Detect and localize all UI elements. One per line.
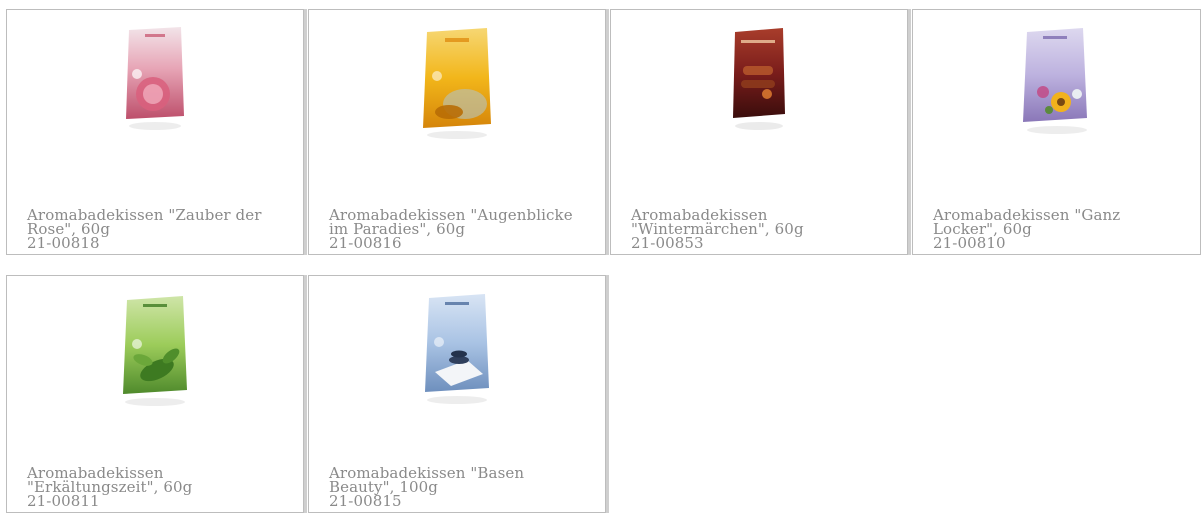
- product-title[interactable]: Aromabadekissen "Basen Beauty", 100g: [329, 466, 587, 495]
- product-card[interactable]: Aromabadekissen "Ganz Locker", 60g 21-00…: [912, 9, 1201, 255]
- product-sku: 21-00818: [27, 234, 100, 252]
- product-card[interactable]: Aromabadekissen "Augenblicke im Paradies…: [308, 9, 609, 255]
- product-sku: 21-00811: [27, 492, 100, 510]
- product-sku: 21-00815: [329, 492, 402, 510]
- product-card[interactable]: Aromabadekissen "Erkältungszeit", 60g 21…: [6, 275, 307, 513]
- product-sku: 21-00853: [631, 234, 704, 252]
- product-caption[interactable]: Aromabadekissen "Wintermärchen", 60g 21-…: [631, 208, 889, 252]
- rose-bath-sachet-icon[interactable]: [123, 22, 187, 140]
- product-caption[interactable]: Aromabadekissen "Augenblicke im Paradies…: [329, 208, 587, 252]
- winter-tale-bath-sachet-icon[interactable]: [727, 22, 791, 140]
- product-card[interactable]: Aromabadekissen "Wintermärchen", 60g 21-…: [610, 9, 911, 255]
- product-title[interactable]: Aromabadekissen "Augenblicke im Paradies…: [329, 208, 587, 237]
- paradise-bath-sachet-icon[interactable]: [421, 22, 493, 146]
- product-sku: 21-00810: [933, 234, 1006, 252]
- cold-season-bath-sachet-icon[interactable]: [121, 290, 189, 410]
- product-card[interactable]: Aromabadekissen "Zauber der Rose", 60g 2…: [6, 9, 307, 255]
- product-card[interactable]: Aromabadekissen "Basen Beauty", 100g 21-…: [308, 275, 609, 513]
- alkaline-beauty-bath-sachet-icon[interactable]: [423, 288, 491, 410]
- relax-bath-sachet-icon[interactable]: [1021, 22, 1093, 140]
- product-caption[interactable]: Aromabadekissen "Basen Beauty", 100g 21-…: [329, 466, 587, 510]
- product-title[interactable]: Aromabadekissen "Ganz Locker", 60g: [933, 208, 1182, 237]
- product-caption[interactable]: Aromabadekissen "Ganz Locker", 60g 21-00…: [933, 208, 1182, 252]
- product-caption[interactable]: Aromabadekissen "Erkältungszeit", 60g 21…: [27, 466, 285, 510]
- product-sku: 21-00816: [329, 234, 402, 252]
- product-title[interactable]: Aromabadekissen "Zauber der Rose", 60g: [27, 208, 285, 237]
- product-grid: Aromabadekissen "Zauber der Rose", 60g 2…: [0, 0, 1201, 513]
- product-title[interactable]: Aromabadekissen "Wintermärchen", 60g: [631, 208, 889, 237]
- product-caption[interactable]: Aromabadekissen "Zauber der Rose", 60g 2…: [27, 208, 285, 252]
- product-title[interactable]: Aromabadekissen "Erkältungszeit", 60g: [27, 466, 285, 495]
